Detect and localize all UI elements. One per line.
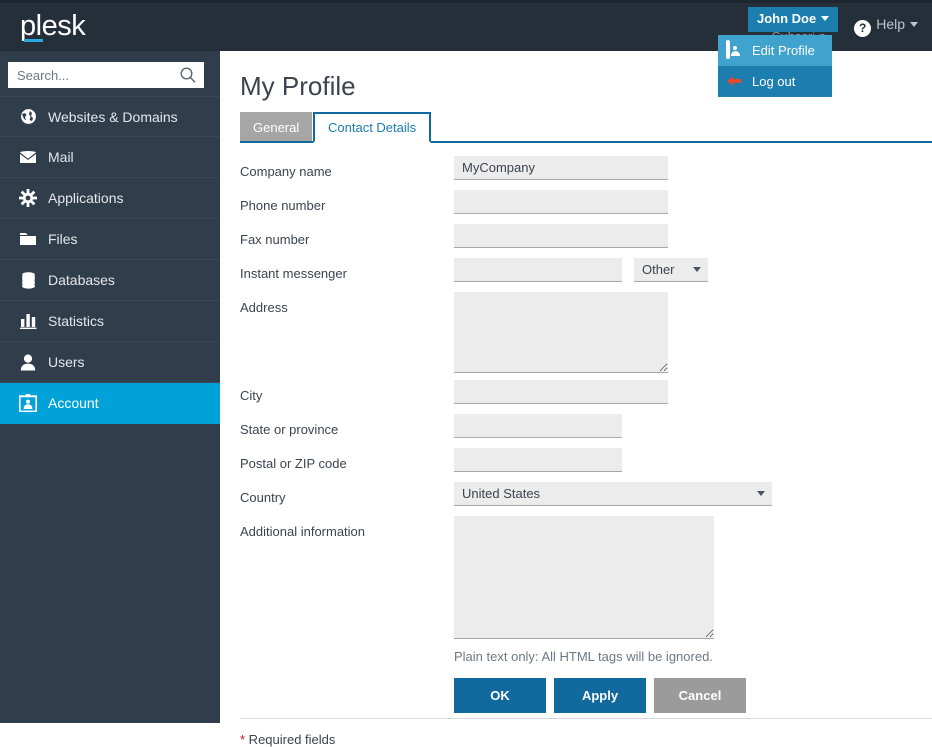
select-instant-messenger-type[interactable]: Other	[634, 258, 708, 282]
sidebar-item-users[interactable]: Users	[0, 342, 220, 383]
label-phone-number: Phone number	[240, 197, 325, 214]
form-row-additional-information: Additional information Plain text only: …	[240, 514, 932, 664]
textarea-additional-information[interactable]	[454, 516, 714, 639]
sidebar-item-label: Applications	[48, 190, 124, 206]
id-badge-icon	[726, 42, 744, 60]
form-row-phone-number: Phone number	[240, 188, 932, 222]
envelope-icon	[17, 150, 39, 164]
user-dropdown-menu[interactable]: Edit Profile Log out	[718, 35, 832, 97]
chevron-down-icon	[821, 16, 829, 21]
sidebar-item-statistics[interactable]: Statistics	[0, 301, 220, 342]
form-row-state: State or province	[240, 412, 932, 446]
sidebar-item-label: Mail	[48, 149, 74, 165]
sidebar-item-label: Users	[48, 354, 85, 370]
form-row-address: Address	[240, 290, 932, 378]
sidebar-item-label: Databases	[48, 272, 115, 288]
required-fields-label: Required fields	[245, 732, 335, 747]
label-instant-messenger: Instant messenger	[240, 265, 347, 282]
help-label: Help	[876, 16, 905, 32]
required-fields-note: * Required fields	[240, 732, 335, 747]
page-title: My Profile	[240, 70, 356, 102]
cancel-button[interactable]: Cancel	[654, 678, 746, 713]
sidebar-nav: Websites & Domains Mail	[0, 96, 220, 424]
plesk-logo: plesk	[20, 11, 85, 41]
sidebar-item-applications[interactable]: Applications	[0, 178, 220, 219]
sidebar-item-files[interactable]: Files	[0, 219, 220, 260]
sidebar-item-label: Account	[48, 395, 99, 411]
select-wrap-im-type: Other	[634, 258, 708, 282]
logo-accent-underline	[24, 39, 43, 42]
label-company-name: Company name	[240, 163, 332, 180]
search-box[interactable]	[8, 62, 204, 88]
sidebar-item-websites-domains[interactable]: Websites & Domains	[0, 96, 220, 137]
form-row-city: City	[240, 378, 932, 412]
sidebar-item-label: Files	[48, 231, 78, 247]
chevron-down-icon	[910, 22, 918, 27]
input-phone-number[interactable]	[454, 190, 668, 214]
input-company-name[interactable]	[454, 156, 668, 180]
main-content: My Profile General Contact Details Compa…	[220, 51, 932, 723]
search-icon[interactable]	[179, 66, 197, 84]
ok-button[interactable]: OK	[454, 678, 546, 713]
select-country[interactable]: United States	[454, 482, 772, 506]
label-state: State or province	[240, 421, 338, 438]
gear-icon	[17, 189, 39, 207]
bar-chart-icon	[17, 313, 39, 329]
help-button[interactable]: ? Help	[854, 15, 918, 37]
sidebar: Websites & Domains Mail	[0, 51, 220, 723]
logout-arrow-icon	[726, 73, 744, 91]
menu-item-log-out[interactable]: Log out	[718, 66, 832, 97]
question-circle-icon: ?	[854, 20, 871, 37]
label-address: Address	[240, 299, 288, 316]
input-state[interactable]	[454, 414, 622, 438]
tab-contact-details[interactable]: Contact Details	[313, 112, 431, 143]
tab-general[interactable]: General	[240, 112, 312, 143]
textarea-address[interactable]	[454, 292, 668, 373]
search-input[interactable]	[8, 62, 176, 88]
form-row-postal-code: Postal or ZIP code	[240, 446, 932, 480]
menu-item-edit-profile[interactable]: Edit Profile	[718, 35, 832, 66]
menu-item-label: Log out	[752, 74, 795, 89]
contact-details-form: Company name Phone number Fax number Ins…	[240, 154, 932, 664]
user-icon	[17, 354, 39, 371]
sidebar-item-account[interactable]: Account	[0, 383, 220, 424]
label-country: Country	[240, 489, 286, 506]
tab-bar: General Contact Details	[240, 112, 932, 143]
id-badge-icon	[17, 394, 39, 412]
menu-item-label: Edit Profile	[752, 43, 815, 58]
sidebar-item-databases[interactable]: Databases	[0, 260, 220, 301]
sidebar-item-label: Websites & Domains	[48, 109, 178, 125]
apply-button[interactable]: Apply	[554, 678, 646, 713]
select-wrap-country: United States	[454, 482, 772, 506]
user-name: John Doe	[757, 11, 816, 26]
label-additional-information: Additional information	[240, 523, 365, 540]
sidebar-item-mail[interactable]: Mail	[0, 137, 220, 178]
form-row-instant-messenger: Instant messenger Other	[240, 256, 932, 290]
form-row-country: Country United States	[240, 480, 932, 514]
input-fax-number[interactable]	[454, 224, 668, 248]
form-row-company-name: Company name	[240, 154, 932, 188]
input-instant-messenger[interactable]	[454, 258, 622, 282]
input-postal-code[interactable]	[454, 448, 622, 472]
sidebar-item-label: Statistics	[48, 313, 104, 329]
label-fax-number: Fax number	[240, 231, 309, 248]
label-postal-code: Postal or ZIP code	[240, 455, 347, 472]
additional-information-hint: Plain text only: All HTML tags will be i…	[454, 649, 713, 664]
folder-icon	[17, 232, 39, 246]
database-icon	[17, 272, 39, 289]
footer-divider	[240, 718, 932, 719]
label-city: City	[240, 387, 262, 404]
globe-icon	[17, 108, 39, 125]
input-city[interactable]	[454, 380, 668, 404]
form-row-fax-number: Fax number	[240, 222, 932, 256]
user-menu-button[interactable]: John Doe	[748, 7, 838, 32]
